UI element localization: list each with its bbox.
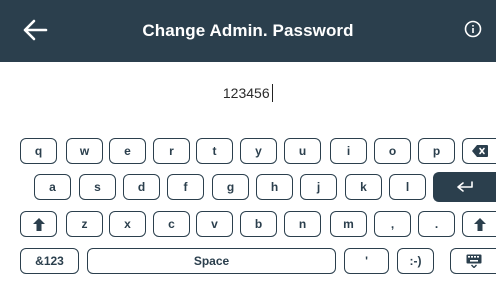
key-l[interactable]: l: [389, 174, 426, 200]
backspace-key[interactable]: [462, 138, 496, 164]
info-circle-icon: [464, 20, 482, 43]
password-input-area: 123456: [0, 62, 496, 120]
space-key[interactable]: Space: [87, 248, 336, 274]
key-f[interactable]: f: [167, 174, 204, 200]
key-u[interactable]: u: [284, 138, 321, 164]
key-o[interactable]: o: [374, 138, 411, 164]
key-n[interactable]: n: [284, 211, 321, 237]
key-i[interactable]: i: [330, 138, 367, 164]
key-d[interactable]: d: [123, 174, 160, 200]
shift-key-left[interactable]: [20, 211, 57, 237]
keyboard-hide-icon: [466, 254, 482, 268]
backspace-icon: [471, 145, 488, 157]
smiley-key[interactable]: :-): [397, 248, 434, 274]
key-m[interactable]: m: [330, 211, 367, 237]
key-v[interactable]: v: [196, 211, 233, 237]
shift-key-right[interactable]: [462, 211, 496, 237]
apostrophe-key[interactable]: ': [344, 248, 389, 274]
shift-icon: [473, 217, 486, 231]
key-j[interactable]: j: [300, 174, 337, 200]
key-y[interactable]: y: [240, 138, 277, 164]
key-k[interactable]: k: [345, 174, 382, 200]
key-r[interactable]: r: [153, 138, 190, 164]
key-s[interactable]: s: [79, 174, 116, 200]
text-caret: [271, 84, 274, 102]
on-screen-keyboard: q w e r t y u i o p a s d f g h j k l z …: [0, 120, 496, 303]
info-button[interactable]: [462, 20, 484, 42]
app-header: Change Admin. Password: [0, 0, 496, 62]
hide-keyboard-key[interactable]: [450, 248, 496, 274]
key-w[interactable]: w: [66, 138, 103, 164]
key-b[interactable]: b: [240, 211, 277, 237]
key-z[interactable]: z: [66, 211, 103, 237]
key-e[interactable]: e: [109, 138, 146, 164]
page-title: Change Admin. Password: [142, 21, 354, 40]
key-t[interactable]: t: [196, 138, 233, 164]
key-x[interactable]: x: [109, 211, 146, 237]
key-period[interactable]: .: [418, 211, 455, 237]
key-p[interactable]: p: [418, 138, 455, 164]
key-comma[interactable]: ,: [374, 211, 411, 237]
key-a[interactable]: a: [34, 174, 71, 200]
symbols-key[interactable]: &123: [20, 248, 79, 274]
key-q[interactable]: q: [20, 138, 57, 164]
key-c[interactable]: c: [153, 211, 190, 237]
enter-key[interactable]: [433, 172, 496, 202]
key-h[interactable]: h: [256, 174, 293, 200]
enter-icon: [456, 181, 474, 193]
key-g[interactable]: g: [212, 174, 249, 200]
password-field[interactable]: 123456: [0, 84, 496, 102]
shift-icon: [32, 217, 45, 231]
password-value: 123456: [222, 85, 270, 101]
